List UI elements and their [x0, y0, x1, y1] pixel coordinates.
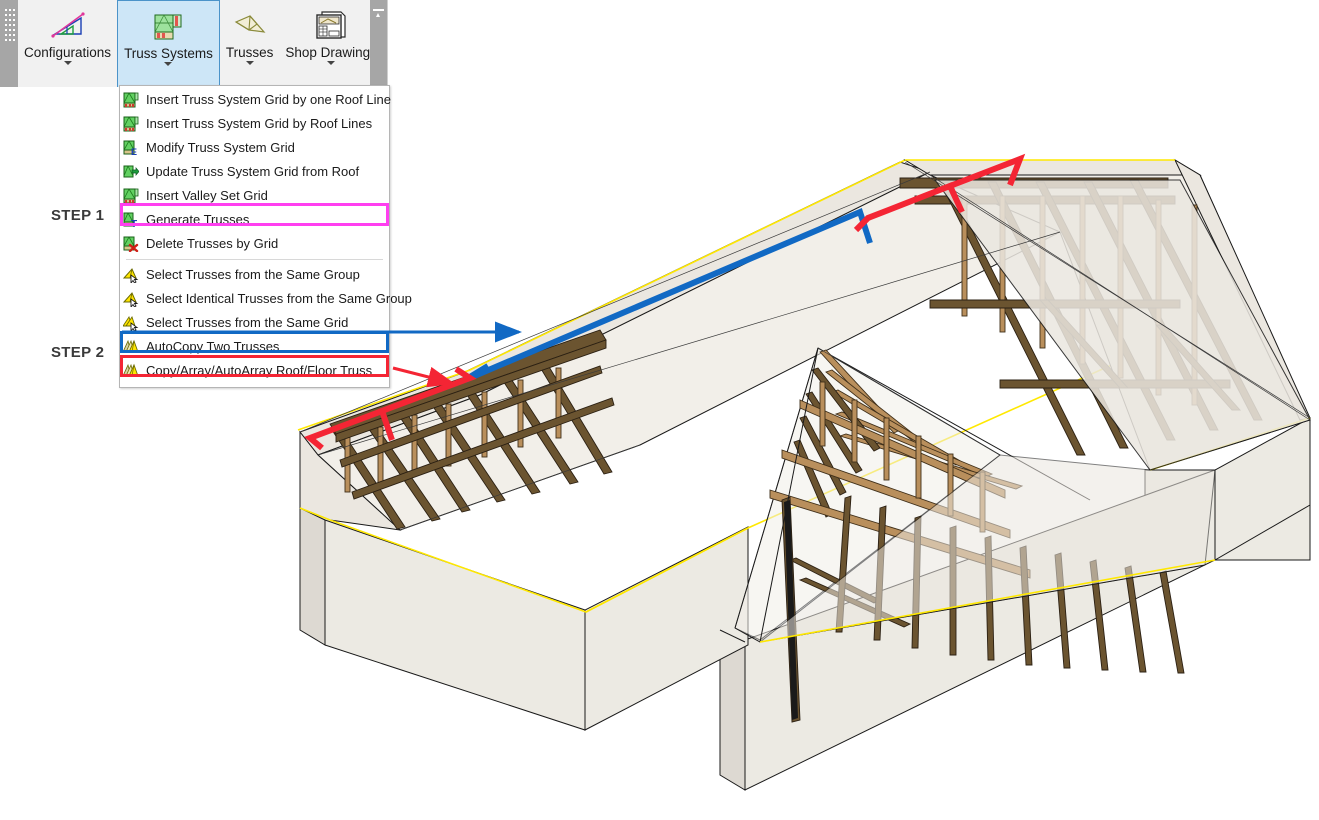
menu-item-copy-array-autoarray-roof-floor-truss[interactable]: Copy/Array/AutoArray Roof/Floor Truss [120, 359, 389, 383]
menu-item-label: Select Trusses from the Same Grid [146, 315, 349, 330]
select-truss-grid-icon [122, 315, 139, 333]
menu-item-modify-truss-system-grid[interactable]: E Modify Truss System Grid [120, 136, 389, 160]
step-2-label: STEP 2 [51, 344, 105, 361]
menu-item-label: Insert Truss System Grid by Roof Lines [146, 116, 373, 131]
autocopy-trusses-icon [122, 339, 139, 355]
menu-item-autocopy-two-trusses[interactable]: AutoCopy Two Trusses [120, 335, 389, 359]
truss-grid-update-icon [123, 164, 140, 180]
menu-item-label: Insert Valley Set Grid [146, 188, 268, 203]
menu-item-insert-truss-system-grid-roof-lines[interactable]: Insert Truss System Grid by Roof Lines [120, 112, 389, 136]
truss-grid-green-icon [123, 188, 139, 204]
menu-item-label: Copy/Array/AutoArray Roof/Floor Truss [146, 363, 373, 378]
menu-item-label: Modify Truss System Grid [146, 140, 295, 155]
application-window: .op { fill:#ebe7e0; stroke:#1a1a1a; stro… [0, 0, 1319, 820]
menu-item-select-trusses-from-same-grid[interactable]: Select Trusses from the Same Grid [120, 311, 389, 335]
model-geometry [297, 158, 1311, 791]
menu-item-select-identical-trusses-from-same-group[interactable]: Select Identical Trusses from the Same G… [120, 287, 412, 311]
truss-grid-green-icon [123, 92, 139, 108]
truss-grid-delete-icon [123, 236, 139, 253]
menu-item-insert-valley-set-grid[interactable]: Insert Valley Set Grid [120, 184, 389, 208]
menu-item-delete-trusses-by-grid[interactable]: Delete Trusses by Grid [120, 232, 389, 256]
copy-array-truss-icon [122, 363, 139, 379]
menu-item-label: Insert Truss System Grid by one Roof Lin… [146, 92, 391, 107]
menu-item-select-trusses-from-same-group[interactable]: Select Trusses from the Same Group [120, 263, 389, 287]
menu-item-label: Generate Trusses [146, 212, 250, 227]
truss-grid-edit-icon: E [123, 140, 139, 157]
menu-separator [126, 259, 383, 260]
truss-systems-dropdown-menu[interactable]: Insert Truss System Grid by one Roof Lin… [119, 85, 412, 388]
svg-text:T: T [131, 219, 137, 228]
menu-item-update-truss-system-grid-from-roof[interactable]: Update Truss System Grid from Roof [120, 160, 389, 184]
menu-item-label: Select Trusses from the Same Group [146, 267, 360, 282]
menu-item-label: Delete Trusses by Grid [146, 236, 279, 251]
select-truss-group-icon [122, 267, 139, 285]
truss-grid-generate-icon: T [123, 212, 139, 230]
select-identical-truss-icon [122, 291, 139, 309]
svg-text:E: E [131, 147, 137, 156]
truss-grid-green-icon [123, 116, 139, 132]
menu-item-insert-truss-system-grid-one-roof-line[interactable]: Insert Truss System Grid by one Roof Lin… [120, 88, 391, 112]
step-1-label: STEP 1 [51, 207, 105, 224]
menu-item-label: AutoCopy Two Trusses [146, 339, 280, 354]
menu-item-generate-trusses[interactable]: T Generate Trusses [120, 208, 389, 232]
menu-item-label: Select Identical Trusses from the Same G… [146, 291, 412, 306]
menu-item-label: Update Truss System Grid from Roof [146, 164, 360, 179]
